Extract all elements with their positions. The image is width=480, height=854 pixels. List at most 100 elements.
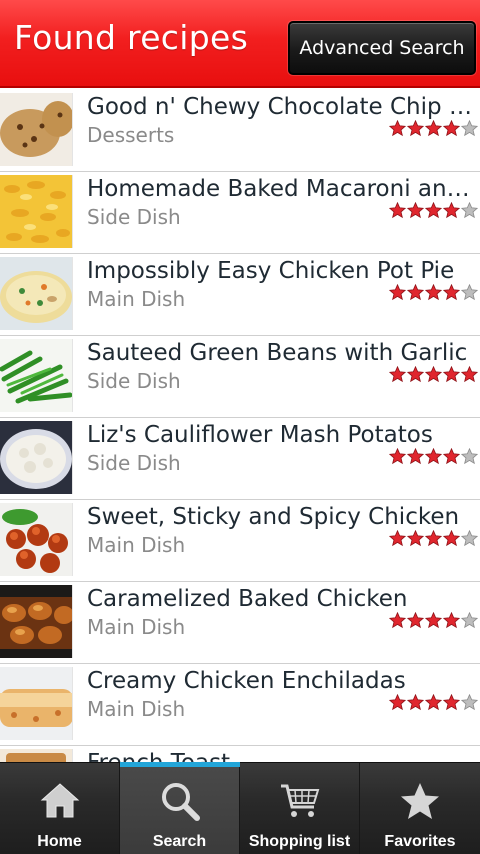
star-filled-icon xyxy=(425,284,442,301)
recipe-photo xyxy=(0,93,72,166)
star-filled-icon xyxy=(443,448,460,465)
star-empty-icon xyxy=(461,202,478,219)
recipe-rating xyxy=(389,448,478,465)
star-filled-icon xyxy=(443,530,460,547)
recipe-row[interactable]: Homemade Baked Macaroni and Cheese Side D… xyxy=(0,172,480,254)
recipe-title: Sauteed Green Beans with Garlic xyxy=(87,340,468,366)
search-icon xyxy=(162,783,200,821)
star-filled-icon xyxy=(389,530,406,547)
recipe-rating xyxy=(389,202,478,219)
star-filled-icon xyxy=(443,120,460,137)
recipe-thumbnail xyxy=(0,667,73,740)
recipe-category: Main Dish xyxy=(87,533,186,557)
recipe-thumbnail xyxy=(0,503,73,576)
recipe-row[interactable]: Sweet, Sticky and Spicy Chicken Main Dish xyxy=(0,500,480,582)
recipe-rating xyxy=(389,284,478,301)
recipe-category: Side Dish xyxy=(87,451,181,475)
star-filled-icon xyxy=(443,366,460,383)
recipe-category: Main Dish xyxy=(87,287,186,311)
recipe-title: Good n' Chewy Chocolate Chip Cookies xyxy=(87,94,477,120)
nav-favorites[interactable]: Favorites xyxy=(360,763,480,854)
star-filled-icon xyxy=(407,120,424,137)
recipe-thumbnail xyxy=(0,93,73,166)
star-filled-icon xyxy=(389,202,406,219)
recipe-thumbnail xyxy=(0,749,73,762)
star-filled-icon xyxy=(407,530,424,547)
star-filled-icon xyxy=(443,202,460,219)
star-filled-icon xyxy=(425,612,442,629)
star-empty-icon xyxy=(461,612,478,629)
nav-search-label: Search xyxy=(152,833,207,850)
star-filled-icon xyxy=(389,612,406,629)
recipe-photo xyxy=(0,339,72,412)
recipe-photo xyxy=(0,503,72,576)
star-filled-icon xyxy=(407,694,424,711)
star-empty-icon xyxy=(461,284,478,301)
star-filled-icon xyxy=(425,366,442,383)
page-title: Found recipes xyxy=(14,18,249,57)
nav-home-label: Home xyxy=(37,833,82,850)
star-filled-icon xyxy=(407,202,424,219)
star-filled-icon xyxy=(389,366,406,383)
recipe-list[interactable]: Good n' Chewy Chocolate Chip Cookies Dess… xyxy=(0,90,480,762)
star-filled-icon xyxy=(425,202,442,219)
star-filled-icon xyxy=(389,694,406,711)
nav-favorites-label: Favorites xyxy=(384,833,456,850)
star-filled-icon xyxy=(443,694,460,711)
recipe-title: Caramelized Baked Chicken xyxy=(87,586,408,612)
star-empty-icon xyxy=(461,448,478,465)
star-filled-icon xyxy=(443,284,460,301)
star-filled-icon xyxy=(425,530,442,547)
recipe-thumbnail xyxy=(0,339,73,412)
star-filled-icon xyxy=(389,120,406,137)
recipe-photo xyxy=(0,421,72,494)
recipe-row[interactable]: Liz's Cauliflower Mash Potatos Side Dish xyxy=(0,418,480,500)
recipe-row[interactable]: Sauteed Green Beans with Garlic Side Dish xyxy=(0,336,480,418)
recipe-category: Main Dish xyxy=(87,697,186,721)
star-filled-icon xyxy=(407,612,424,629)
recipe-category: Side Dish xyxy=(87,205,181,229)
advanced-search-button[interactable]: Advanced Search xyxy=(288,21,476,75)
recipe-category: Side Dish xyxy=(87,369,181,393)
recipe-rating xyxy=(389,694,478,711)
star-filled-icon xyxy=(425,448,442,465)
star-empty-icon xyxy=(461,120,478,137)
recipe-photo xyxy=(0,749,72,762)
recipe-row[interactable]: French Toast xyxy=(0,746,480,762)
nav-shopping-list-label: Shopping list xyxy=(248,833,351,850)
home-icon xyxy=(40,783,80,818)
recipe-row[interactable]: Caramelized Baked Chicken Main Dish xyxy=(0,582,480,664)
nav-shopping-list[interactable]: Shopping list xyxy=(240,763,360,854)
recipe-rating xyxy=(389,366,478,383)
star-empty-icon xyxy=(461,694,478,711)
star-filled-icon xyxy=(407,284,424,301)
recipe-photo xyxy=(0,667,72,740)
recipe-title: Creamy Chicken Enchiladas xyxy=(87,668,406,694)
recipe-thumbnail xyxy=(0,585,73,658)
star-filled-icon xyxy=(407,448,424,465)
recipe-category: Desserts xyxy=(87,123,175,147)
recipe-rating xyxy=(389,530,478,547)
recipe-title: Liz's Cauliflower Mash Potatos xyxy=(87,422,433,448)
recipe-thumbnail xyxy=(0,421,73,494)
recipe-row[interactable]: Impossibly Easy Chicken Pot Pie Main Dish xyxy=(0,254,480,336)
star-filled-icon xyxy=(443,612,460,629)
recipe-rating xyxy=(389,612,478,629)
recipe-row[interactable]: Good n' Chewy Chocolate Chip Cookies Dess… xyxy=(0,90,480,172)
recipe-title: French Toast xyxy=(87,750,477,762)
recipe-thumbnail xyxy=(0,257,73,330)
star-empty-icon xyxy=(461,530,478,547)
recipe-photo xyxy=(0,257,72,330)
recipe-thumbnail xyxy=(0,175,73,248)
recipe-title: Homemade Baked Macaroni and Cheese xyxy=(87,176,477,202)
nav-home[interactable]: Home xyxy=(0,763,120,854)
recipe-row[interactable]: Creamy Chicken Enchiladas Main Dish xyxy=(0,664,480,746)
star-filled-icon xyxy=(425,120,442,137)
nav-search[interactable]: Search xyxy=(120,762,240,854)
star-filled-icon xyxy=(389,448,406,465)
recipe-rating xyxy=(389,120,478,137)
star-icon xyxy=(401,783,439,819)
star-filled-icon xyxy=(389,284,406,301)
recipe-photo xyxy=(0,585,72,658)
star-filled-icon xyxy=(425,694,442,711)
